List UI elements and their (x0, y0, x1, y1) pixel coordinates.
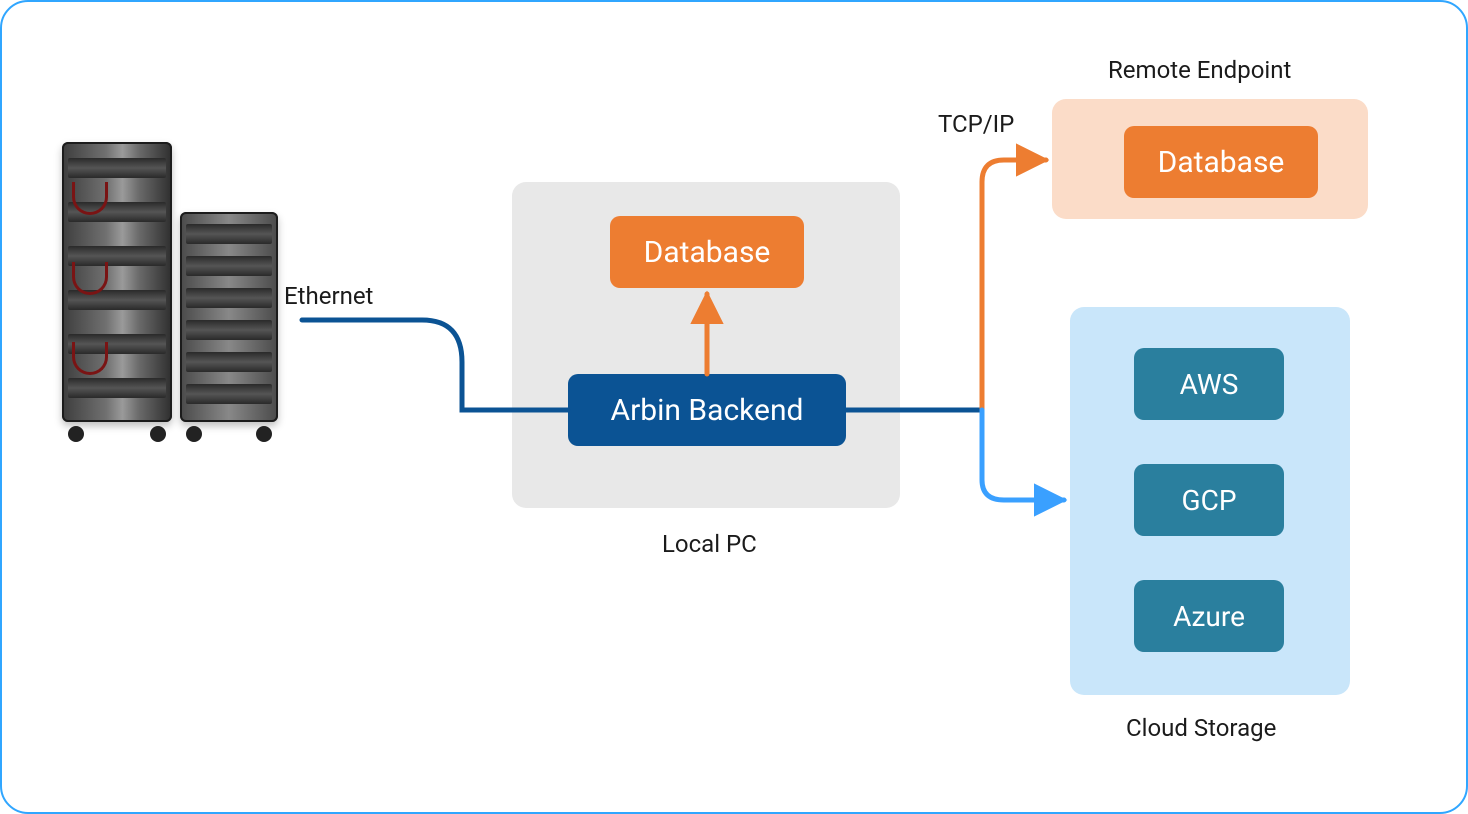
arbin-backend-label: Arbin Backend (611, 393, 804, 428)
cloud-provider-azure: Azure (1134, 580, 1284, 652)
cloud-storage-caption: Cloud Storage (1126, 714, 1276, 742)
architecture-diagram: Database Arbin Backend Local PC Remote E… (0, 0, 1468, 814)
server-rack-large (62, 142, 172, 422)
remote-endpoint-caption: Remote Endpoint (1108, 56, 1291, 84)
local-pc-caption: Local PC (662, 530, 757, 558)
tcpip-label: TCP/IP (938, 110, 1014, 138)
local-database-node: Database (610, 216, 804, 288)
trunk-to-remote-arrow (982, 160, 1046, 410)
azure-label: Azure (1173, 600, 1245, 633)
cloud-provider-gcp: GCP (1134, 464, 1284, 536)
remote-database-label: Database (1158, 145, 1285, 180)
aws-label: AWS (1180, 368, 1239, 401)
cloud-provider-aws: AWS (1134, 348, 1284, 420)
arbin-backend-node: Arbin Backend (568, 374, 846, 446)
gcp-label: GCP (1182, 484, 1237, 517)
local-database-label: Database (644, 235, 771, 270)
remote-database-node: Database (1124, 126, 1318, 198)
trunk-to-cloud-arrow (982, 410, 1064, 500)
server-rack-small (180, 212, 278, 422)
ethernet-label: Ethernet (284, 282, 373, 310)
hardware-racks (62, 142, 302, 452)
